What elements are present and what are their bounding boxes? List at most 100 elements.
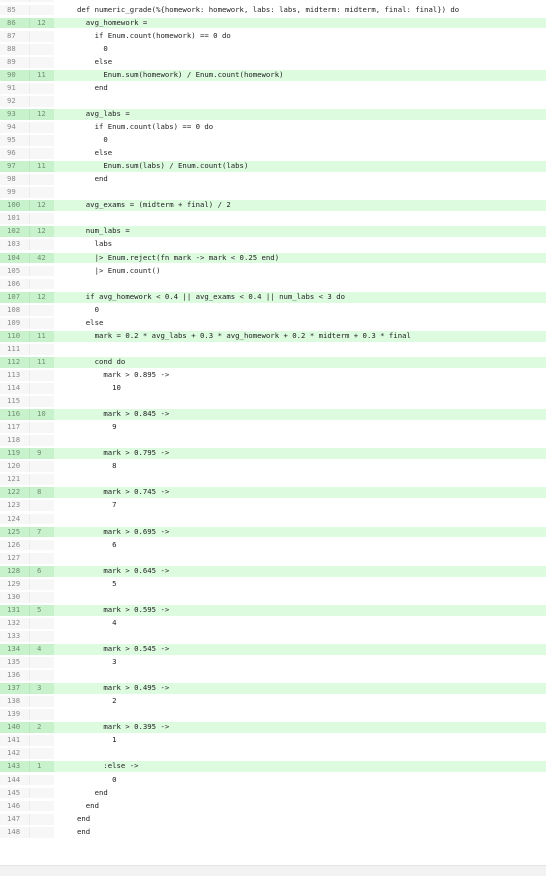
line-number[interactable]: 93	[0, 108, 30, 120]
source-line: 110 11 mark = 0.2 * avg_labs + 0.3 * avg_…	[0, 330, 546, 342]
source-line: 141 1	[0, 735, 546, 747]
line-number[interactable]: 121	[0, 474, 30, 486]
line-number[interactable]: 131	[0, 604, 30, 616]
line-number[interactable]: 110	[0, 330, 30, 342]
line-number[interactable]: 145	[0, 787, 30, 799]
line-number[interactable]: 101	[0, 213, 30, 225]
line-number[interactable]: 89	[0, 56, 30, 68]
line-number[interactable]: 127	[0, 552, 30, 564]
line-number[interactable]: 134	[0, 644, 30, 655]
source-line: 98 end	[0, 174, 546, 186]
line-number[interactable]: 99	[0, 187, 30, 199]
line-number[interactable]: 104	[0, 252, 30, 264]
source-line: 124	[0, 513, 546, 525]
code-text: mark = 0.2 * avg_labs + 0.3 * avg_homewo…	[77, 330, 411, 340]
line-number[interactable]: 141	[0, 735, 30, 747]
line-number[interactable]: 114	[0, 383, 30, 394]
line-number[interactable]: 137	[0, 683, 30, 695]
line-number[interactable]: 140	[0, 722, 30, 734]
line-number[interactable]: 94	[0, 122, 30, 133]
line-number[interactable]: 111	[0, 343, 30, 355]
code-text: else	[77, 148, 113, 158]
source-line: 96 else	[0, 148, 546, 159]
horizontal-scrollbar[interactable]	[0, 865, 546, 876]
line-number[interactable]: 130	[0, 591, 30, 603]
line-number[interactable]: 103	[0, 239, 30, 251]
line-number[interactable]: 142	[0, 748, 30, 760]
line-number[interactable]: 125	[0, 526, 30, 538]
line-number[interactable]: 132	[0, 617, 30, 629]
line-number[interactable]: 139	[0, 709, 30, 721]
line-number[interactable]: 115	[0, 396, 30, 407]
line-number[interactable]: 100	[0, 200, 30, 212]
line-number[interactable]: 120	[0, 461, 30, 473]
line-number[interactable]: 128	[0, 565, 30, 577]
hit-count: 12	[30, 17, 54, 29]
hit-count	[30, 670, 54, 681]
line-number[interactable]: 109	[0, 317, 30, 329]
line-number[interactable]: 98	[0, 174, 30, 186]
hit-count	[30, 56, 54, 68]
code-text: 5	[77, 578, 117, 588]
line-number[interactable]: 84	[0, 0, 30, 3]
line-number[interactable]: 91	[0, 82, 30, 94]
hit-count	[30, 435, 54, 447]
line-number[interactable]: 146	[0, 800, 30, 812]
line-number[interactable]: 116	[0, 409, 30, 420]
line-number[interactable]: 135	[0, 657, 30, 668]
line-number[interactable]: 148	[0, 826, 30, 838]
source-line: 89 else	[0, 56, 546, 68]
code-text: mark > 0.745 ->	[77, 487, 170, 497]
line-number[interactable]: 143	[0, 761, 30, 773]
line-number[interactable]: 88	[0, 43, 30, 55]
line-number[interactable]: 122	[0, 487, 30, 499]
line-number[interactable]: 96	[0, 148, 30, 159]
code-text: end	[77, 82, 108, 92]
hit-count: 5	[30, 604, 54, 616]
hit-count	[30, 826, 54, 838]
source-line: 131 5 mark > 0.595 ->	[0, 604, 546, 616]
source-line: 134 4 mark > 0.545 ->	[0, 644, 546, 655]
source-line: 111	[0, 343, 546, 355]
line-number[interactable]: 118	[0, 435, 30, 447]
code-text: else	[77, 56, 113, 66]
line-number[interactable]: 105	[0, 265, 30, 277]
code-text: mark > 0.595 ->	[77, 604, 170, 614]
line-number[interactable]: 126	[0, 539, 30, 551]
line-number[interactable]: 102	[0, 226, 30, 238]
line-number[interactable]: 138	[0, 696, 30, 708]
line-number[interactable]: 147	[0, 813, 30, 825]
line-number[interactable]: 90	[0, 69, 30, 81]
line-number[interactable]: 119	[0, 448, 30, 460]
code-text: mark > 0.795 ->	[77, 448, 170, 458]
hit-count: 11	[30, 69, 54, 81]
line-number[interactable]: 117	[0, 422, 30, 434]
coverage-viewer: 8485def numeric_grade(%{homework: homewo…	[0, 0, 546, 876]
source-line: 125 7 mark > 0.695 ->	[0, 526, 546, 538]
line-number[interactable]: 133	[0, 630, 30, 642]
line-number[interactable]: 92	[0, 95, 30, 107]
line-number[interactable]: 107	[0, 291, 30, 303]
line-number[interactable]: 144	[0, 774, 30, 786]
source-line: 112 11 cond do	[0, 356, 546, 368]
code-text: 6	[77, 539, 117, 549]
line-number[interactable]: 87	[0, 30, 30, 42]
line-number[interactable]: 123	[0, 500, 30, 512]
line-number[interactable]: 97	[0, 161, 30, 173]
line-number[interactable]: 86	[0, 17, 30, 29]
line-number[interactable]: 108	[0, 304, 30, 316]
source-line: 135 3	[0, 657, 546, 668]
hit-count	[30, 43, 54, 55]
line-number[interactable]: 106	[0, 278, 30, 290]
line-number[interactable]: 112	[0, 356, 30, 368]
hit-count: 42	[30, 252, 54, 264]
hit-count	[30, 82, 54, 94]
line-number[interactable]: 113	[0, 369, 30, 381]
line-number[interactable]: 129	[0, 578, 30, 590]
line-number[interactable]: 136	[0, 670, 30, 681]
line-number[interactable]: 124	[0, 513, 30, 525]
line-number[interactable]: 85	[0, 4, 30, 16]
line-number[interactable]: 95	[0, 135, 30, 146]
